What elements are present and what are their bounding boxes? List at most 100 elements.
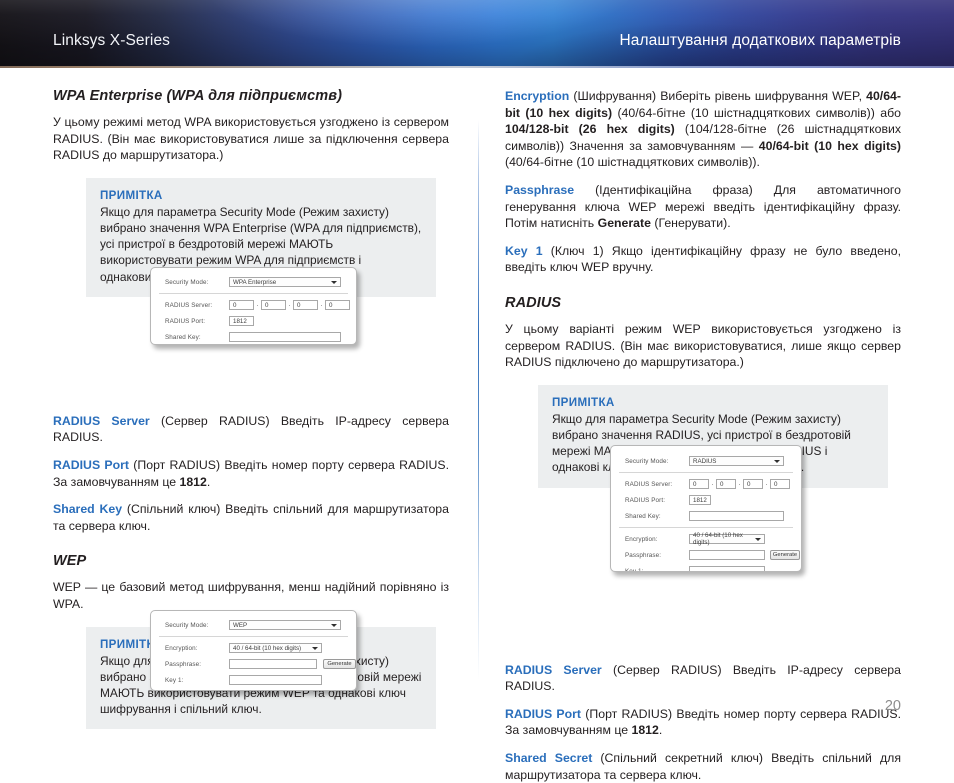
label-key1: Key 1: [625,567,644,572]
select-security-mode-value: RADIUS [693,457,717,465]
select-encryption[interactable]: 40 / 64-bit (10 hex digits) [229,643,322,653]
input-key1[interactable] [229,675,322,685]
field-row-encryption: Encryption: 40 / 64-bit (10 hex digits) [151,640,356,656]
definition-encryption-text-b: (40/64-бітне (10 шістнадцяткових символі… [612,105,901,120]
definition-radius-port-text-b: . [206,474,211,489]
figure-wep-settings: Security Mode: WEP Encryption: 40 / 64-b… [150,610,357,691]
label-passphrase: Passphrase: [625,551,662,559]
input-radius-server-octet-3[interactable]: 0 [743,479,763,489]
label-radius-port: RADIUS Port: [165,317,206,325]
page-header-banner: Linksys X-Series Налаштування додаткових… [0,0,954,66]
definition-shared-key: Shared Key (Спільний ключ) Введіть спіль… [53,501,449,534]
select-security-mode-value: WPA Enterprise [233,278,277,286]
figure-radius-settings: Security Mode: RADIUS RADIUS Server: 0 .… [610,445,802,572]
definition-radius-port: RADIUS Port (Порт RADIUS) Введіть номер … [53,457,449,490]
select-encryption[interactable]: 40 / 64-bit (10 hex digits) [689,532,765,546]
label-key1: Key 1: [165,676,184,684]
term-radius-port: RADIUS Port [505,706,582,721]
field-row-key1: Key 1: [611,563,801,572]
field-row-security-mode: Security Mode: WPA Enterprise [151,274,356,290]
value-radius-port-default: 1812 [179,474,207,489]
definition-radius-server: RADIUS Server (Сервер RADIUS) Введіть IP… [53,413,449,446]
definition-key1-text: (Ключ 1) Якщо ідентифікаційну фразу не б… [505,243,901,275]
header-underline-rule [0,66,954,68]
term-shared-secret: Shared Secret [505,750,593,765]
select-encryption-value: 40 / 64-bit (10 hex digits) [233,644,302,652]
definition-radius-port-text-b: . [658,723,663,738]
field-row-radius-port: RADIUS Port: 1812 [611,492,801,508]
definition-encryption-text-d: (40/64-бітне (10 шістнадцяткових символі… [505,155,760,170]
octet-separator: . [288,302,291,308]
input-radius-server-octet-4[interactable]: 0 [770,479,790,489]
label-shared-key: Shared Key: [625,512,661,520]
octet-separator: . [256,302,259,308]
label-encryption: Encryption: [625,535,658,543]
right-column: Encryption (Шифрування) Виберіть рівень … [505,88,901,783]
chevron-down-icon [312,646,318,650]
divider [619,527,793,528]
paragraph-wpa-enterprise-intro: У цьому режимі метод WPA використовуєтьс… [53,115,449,163]
definition-radius-port: RADIUS Port (Порт RADIUS) Введіть номер … [505,706,901,739]
label-radius-port: RADIUS Port: [625,496,666,504]
value-encryption-default: 40/64-bit (10 hex digits) [758,138,901,153]
section-heading-radius: RADIUS [505,294,562,311]
select-security-mode[interactable]: RADIUS [689,456,784,466]
input-shared-key[interactable] [229,332,341,342]
divider [159,293,348,294]
label-security-mode: Security Mode: [165,278,209,286]
label-radius-server: RADIUS Server: [165,301,213,309]
chevron-down-icon [774,459,780,463]
product-name: Linksys X-Series [53,32,171,49]
input-radius-server-octet-2[interactable]: 0 [716,479,736,489]
input-key1[interactable] [689,566,765,571]
definition-encryption: Encryption (Шифрування) Виберіть рівень … [505,88,901,171]
definition-shared-secret: Shared Secret (Спільний секретний ключ) … [505,750,901,783]
select-encryption-value: 40 / 64-bit (10 hex digits) [693,532,743,546]
chevron-down-icon [331,280,337,284]
term-radius-server: RADIUS Server [53,413,150,428]
note-title: ПРИМІТКА [552,395,615,409]
label-encryption: Encryption: [165,644,198,652]
paragraph-radius-intro: У цьому варіанті режим WEP використовуєт… [505,321,901,370]
octet-separator: . [320,302,323,308]
term-shared-key: Shared Key [53,502,123,517]
value-generate-button-name: Generate [597,216,651,231]
definition-encryption-text-a: (Шифрування) Виберіть рівень шифрування … [569,89,867,103]
term-key1: Key 1 [505,243,543,258]
definition-passphrase: Passphrase (Ідентифікаційна фраза) Для а… [505,182,901,232]
input-radius-server-octet-3[interactable]: 0 [293,300,318,310]
term-radius-port: RADIUS Port [53,457,130,472]
input-passphrase[interactable] [229,659,317,669]
select-security-mode-value: WEP [233,621,248,629]
value-radius-port-default: 1812 [631,723,659,738]
input-radius-server-octet-1[interactable]: 0 [229,300,254,310]
paragraph-wep-intro: WEP — це базовий метод шифрування, менш … [53,580,449,611]
field-row-shared-key: Shared Key: [611,508,801,524]
field-row-radius-port: RADIUS Port: 1812 [151,313,356,329]
value-encryption-option-104-128: 104/128-bit (26 hex digits) [505,122,675,137]
field-row-passphrase: Passphrase: Generate [151,656,356,672]
field-row-shared-key: Shared Key: [151,329,356,344]
select-security-mode[interactable]: WEP [229,620,341,630]
select-security-mode[interactable]: WPA Enterprise [229,277,341,287]
input-radius-port[interactable]: 1812 [689,495,711,505]
input-radius-server-octet-1[interactable]: 0 [689,479,709,489]
label-shared-key: Shared Key: [165,333,201,341]
definition-passphrase-text-b: (Генерувати). [650,216,731,231]
input-radius-port[interactable]: 1812 [229,316,254,326]
chevron-down-icon [755,537,761,541]
label-security-mode: Security Mode: [165,621,209,629]
input-shared-key[interactable] [689,511,784,521]
term-encryption: Encryption [505,89,570,103]
divider [159,636,348,637]
generate-button[interactable]: Generate [770,550,800,560]
input-passphrase[interactable] [689,550,765,560]
input-radius-server-octet-2[interactable]: 0 [261,300,286,310]
chevron-down-icon [331,623,337,627]
column-divider-rule [478,120,479,680]
octet-separator: . [711,481,714,487]
label-radius-server: RADIUS Server: [625,480,673,488]
label-passphrase: Passphrase: [165,660,202,668]
input-radius-server-octet-4[interactable]: 0 [325,300,350,310]
generate-button[interactable]: Generate [323,659,356,669]
